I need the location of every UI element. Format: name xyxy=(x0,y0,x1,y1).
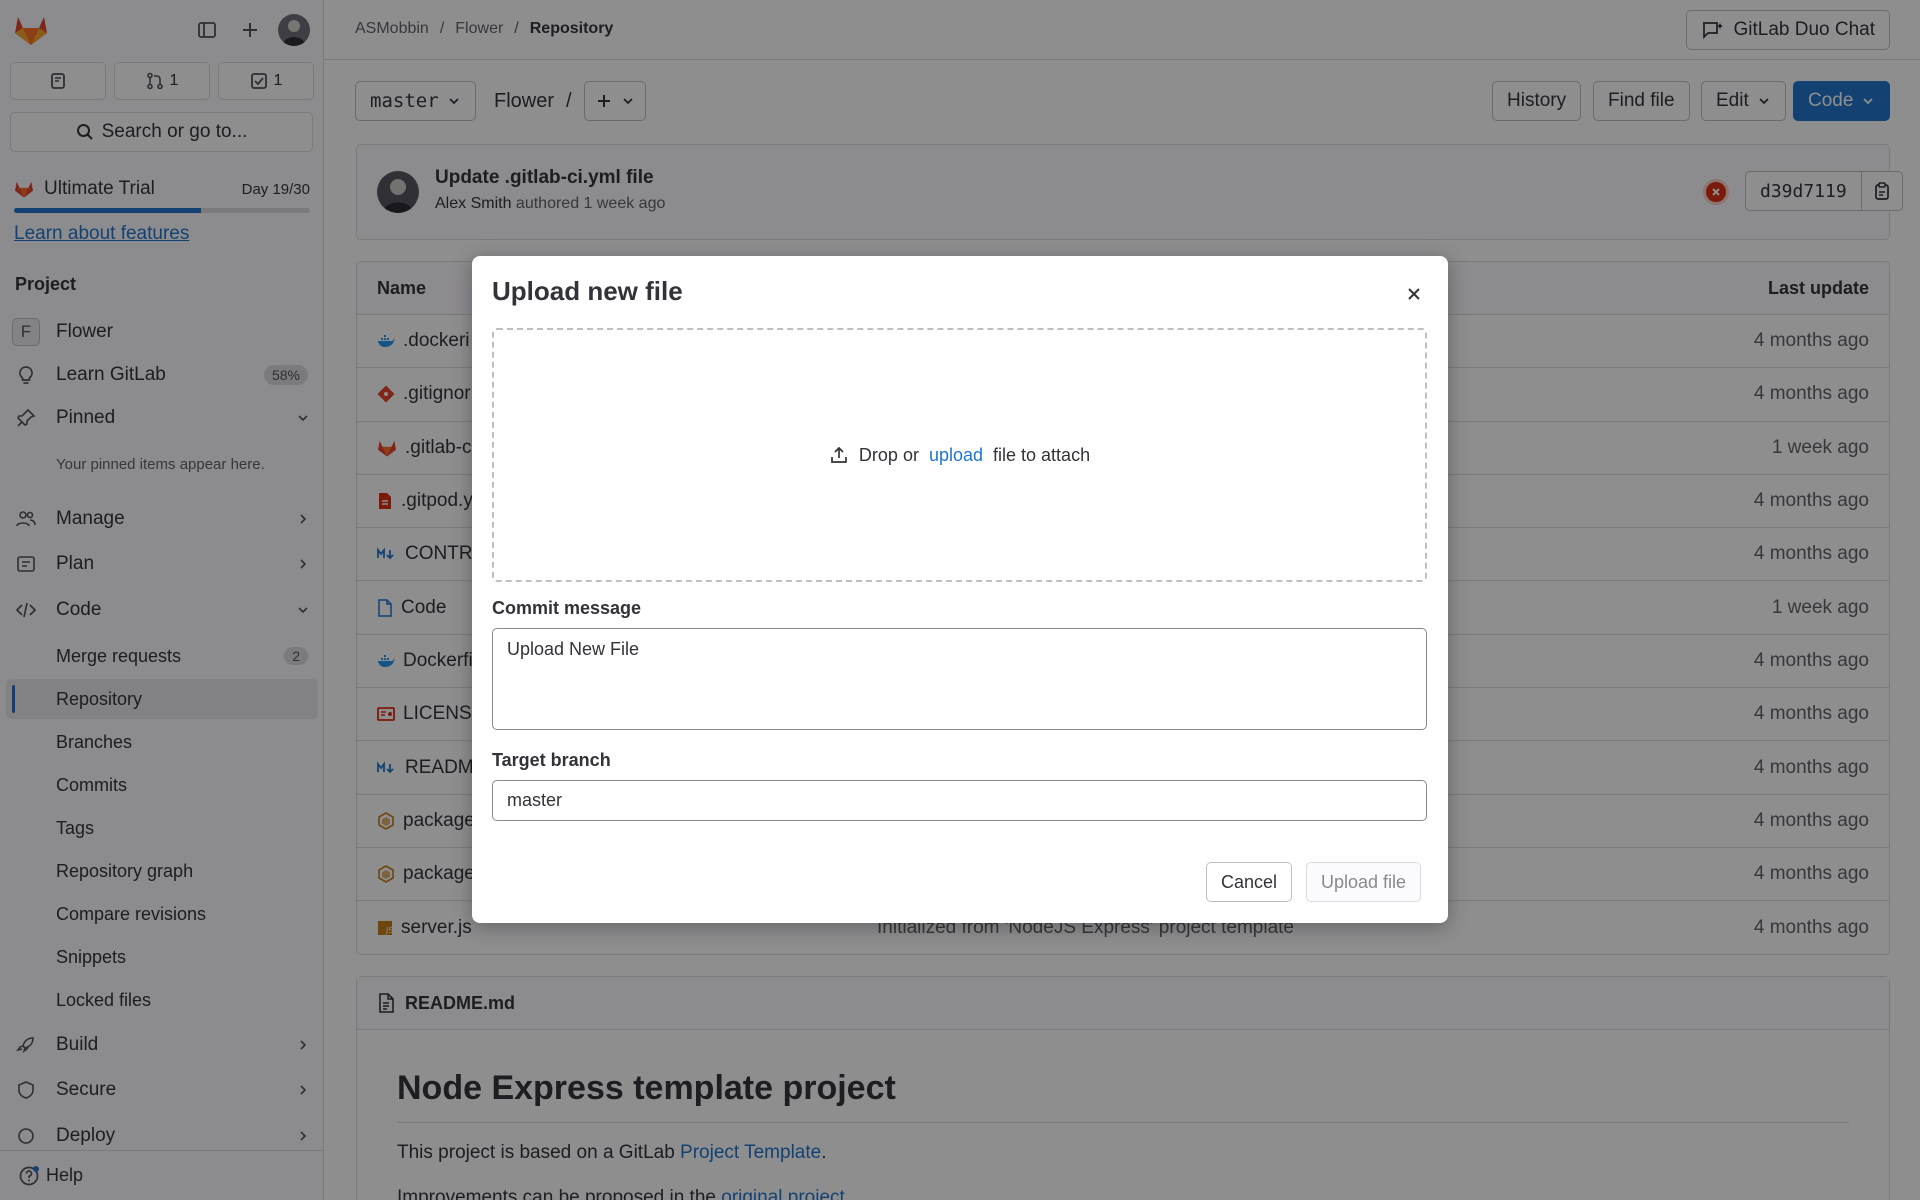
upload-file-modal: Upload new file Drop or upload file to a… xyxy=(472,256,1448,923)
close-icon[interactable] xyxy=(1400,280,1428,308)
dropzone-suffix: file to attach xyxy=(993,444,1091,465)
file-dropzone[interactable]: Drop or upload file to attach xyxy=(492,328,1427,582)
modal-title: Upload new file xyxy=(492,276,683,306)
target-branch-label: Target branch xyxy=(492,750,611,770)
cancel-button[interactable]: Cancel xyxy=(1206,862,1293,902)
upload-file-button[interactable]: Upload file xyxy=(1306,862,1422,902)
upload-link[interactable]: upload xyxy=(929,445,983,466)
target-branch-input[interactable]: master xyxy=(492,780,1427,821)
commit-message-label: Commit message xyxy=(492,598,642,618)
dropzone-prefix: Drop or xyxy=(858,444,919,465)
commit-message-input[interactable]: Upload New File xyxy=(492,628,1427,730)
upload-icon xyxy=(829,445,849,465)
